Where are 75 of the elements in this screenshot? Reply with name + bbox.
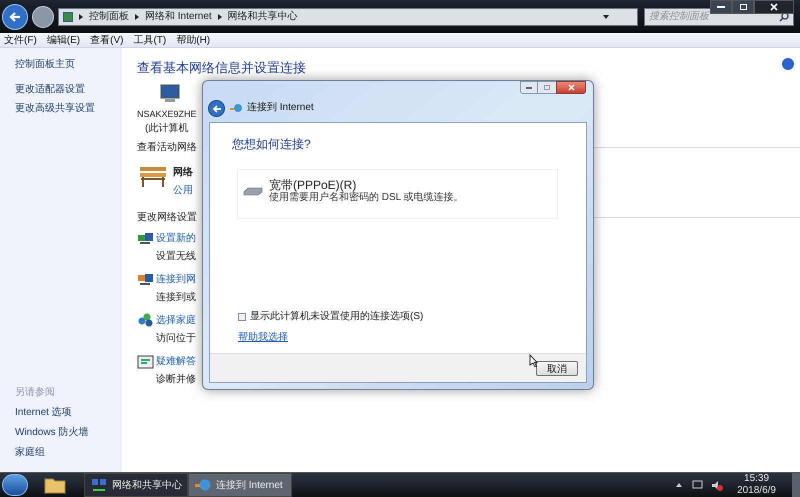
sidebar-link[interactable]: 更改高级共享设置 [15, 101, 122, 116]
task-description: 设置无线 [156, 250, 196, 264]
minimize-button[interactable] [520, 81, 538, 94]
task-description: 连接到或 [156, 290, 196, 305]
sidebar-link[interactable]: 更改适配器设置 [15, 82, 122, 97]
section-heading: 更改网络设置 [137, 210, 197, 225]
help-link[interactable]: 帮助我选择 [238, 330, 288, 345]
homegroup-icon [137, 313, 154, 329]
menu-item[interactable]: 文件(F) [4, 32, 37, 48]
breadcrumb-item[interactable]: 控制面板 [89, 9, 129, 24]
modem-icon [243, 187, 263, 196]
computer-icon [159, 84, 181, 104]
control-panel-icon [63, 12, 73, 22]
breadcrumb-item[interactable]: 网络和共享中心 [228, 9, 298, 24]
close-button[interactable] [754, 0, 794, 14]
chevron-icon[interactable] [135, 14, 139, 20]
back-button[interactable] [2, 4, 28, 30]
mouse-cursor-icon [529, 354, 538, 367]
close-icon [568, 84, 574, 91]
globe-icon [195, 478, 211, 492]
clock-date[interactable]: 2018/6/9 [737, 485, 776, 497]
globe-icon [230, 103, 242, 114]
page-title: 查看基本网络信息并设置连接 [137, 59, 306, 77]
breadcrumb-item[interactable]: 网络和 Internet [145, 9, 212, 24]
network-icon [91, 478, 107, 492]
dropdown-caret-icon[interactable] [603, 14, 609, 18]
restore-button[interactable] [732, 0, 754, 14]
see-also-heading: 另请参阅 [15, 386, 56, 400]
back-button[interactable] [208, 100, 225, 117]
search-icon [779, 12, 789, 22]
tray-arrow-icon[interactable] [676, 483, 682, 487]
computer-caption: (此计算机 [145, 122, 188, 136]
menu-item[interactable]: 工具(T) [133, 32, 166, 48]
clock-time[interactable]: 15:39 [744, 473, 770, 485]
network-connect-icon [137, 272, 154, 288]
task-description: 访问位于 [156, 332, 196, 346]
menu-item[interactable]: 查看(V) [90, 32, 124, 48]
dialog-title: 连接到 Internet [247, 100, 314, 115]
sidebar-link[interactable]: 控制面板主页 [15, 57, 122, 72]
chevron-icon[interactable] [218, 14, 222, 20]
network-type-link[interactable]: 公用 [173, 183, 193, 198]
cancel-button[interactable]: 取消 [536, 360, 578, 376]
help-icon[interactable] [782, 58, 794, 70]
back-arrow-icon [8, 10, 22, 24]
folder-icon[interactable] [44, 476, 66, 494]
network-name: 网络 [173, 166, 193, 180]
menu-item[interactable]: 帮助(H) [176, 32, 210, 48]
task-link[interactable]: 设置新的 [156, 231, 196, 246]
back-arrow-icon [212, 104, 222, 114]
computer-name: NSAKXE9ZHE [137, 108, 197, 120]
menu-item[interactable]: 编辑(E) [46, 32, 80, 48]
network-setup-icon [137, 231, 154, 247]
task-link[interactable]: 连接到网 [156, 272, 196, 287]
sidebar-link[interactable]: 家庭组 [15, 445, 122, 460]
close-button[interactable] [556, 81, 586, 94]
connection-option[interactable]: 宽带(PPPoE)(R) 使用需要用户名和密码的 DSL 或电缆连接。 [237, 169, 558, 219]
task-link[interactable]: 疑难解答 [156, 354, 196, 369]
taskbar-button[interactable]: 网络和共享中心 [84, 473, 188, 497]
taskbar-button[interactable]: 连接到 Internet [188, 473, 292, 497]
show-unused-checkbox[interactable]: 显示此计算机未设置使用的连接选项(S) [238, 309, 558, 324]
address-bar[interactable]: 控制面板 网络和 Internet 网络和共享中心 [58, 8, 638, 26]
troubleshoot-icon [137, 354, 154, 370]
dialog-heading: 您想如何连接? [232, 136, 312, 153]
close-icon [770, 3, 778, 11]
chevron-icon[interactable] [79, 14, 83, 20]
sidebar-link[interactable]: Windows 防火墙 [15, 425, 122, 440]
task-description: 诊断并修 [156, 372, 196, 387]
network-tray-icon[interactable] [692, 480, 704, 490]
start-button[interactable] [2, 474, 28, 496]
section-heading: 查看活动网络 [137, 140, 197, 155]
task-link[interactable]: 选择家庭 [156, 313, 196, 328]
minimize-button[interactable] [710, 0, 732, 14]
sidebar-link[interactable]: Internet 选项 [15, 405, 122, 420]
speaker-muted-icon[interactable] [711, 480, 724, 490]
forward-button[interactable] [32, 6, 54, 28]
